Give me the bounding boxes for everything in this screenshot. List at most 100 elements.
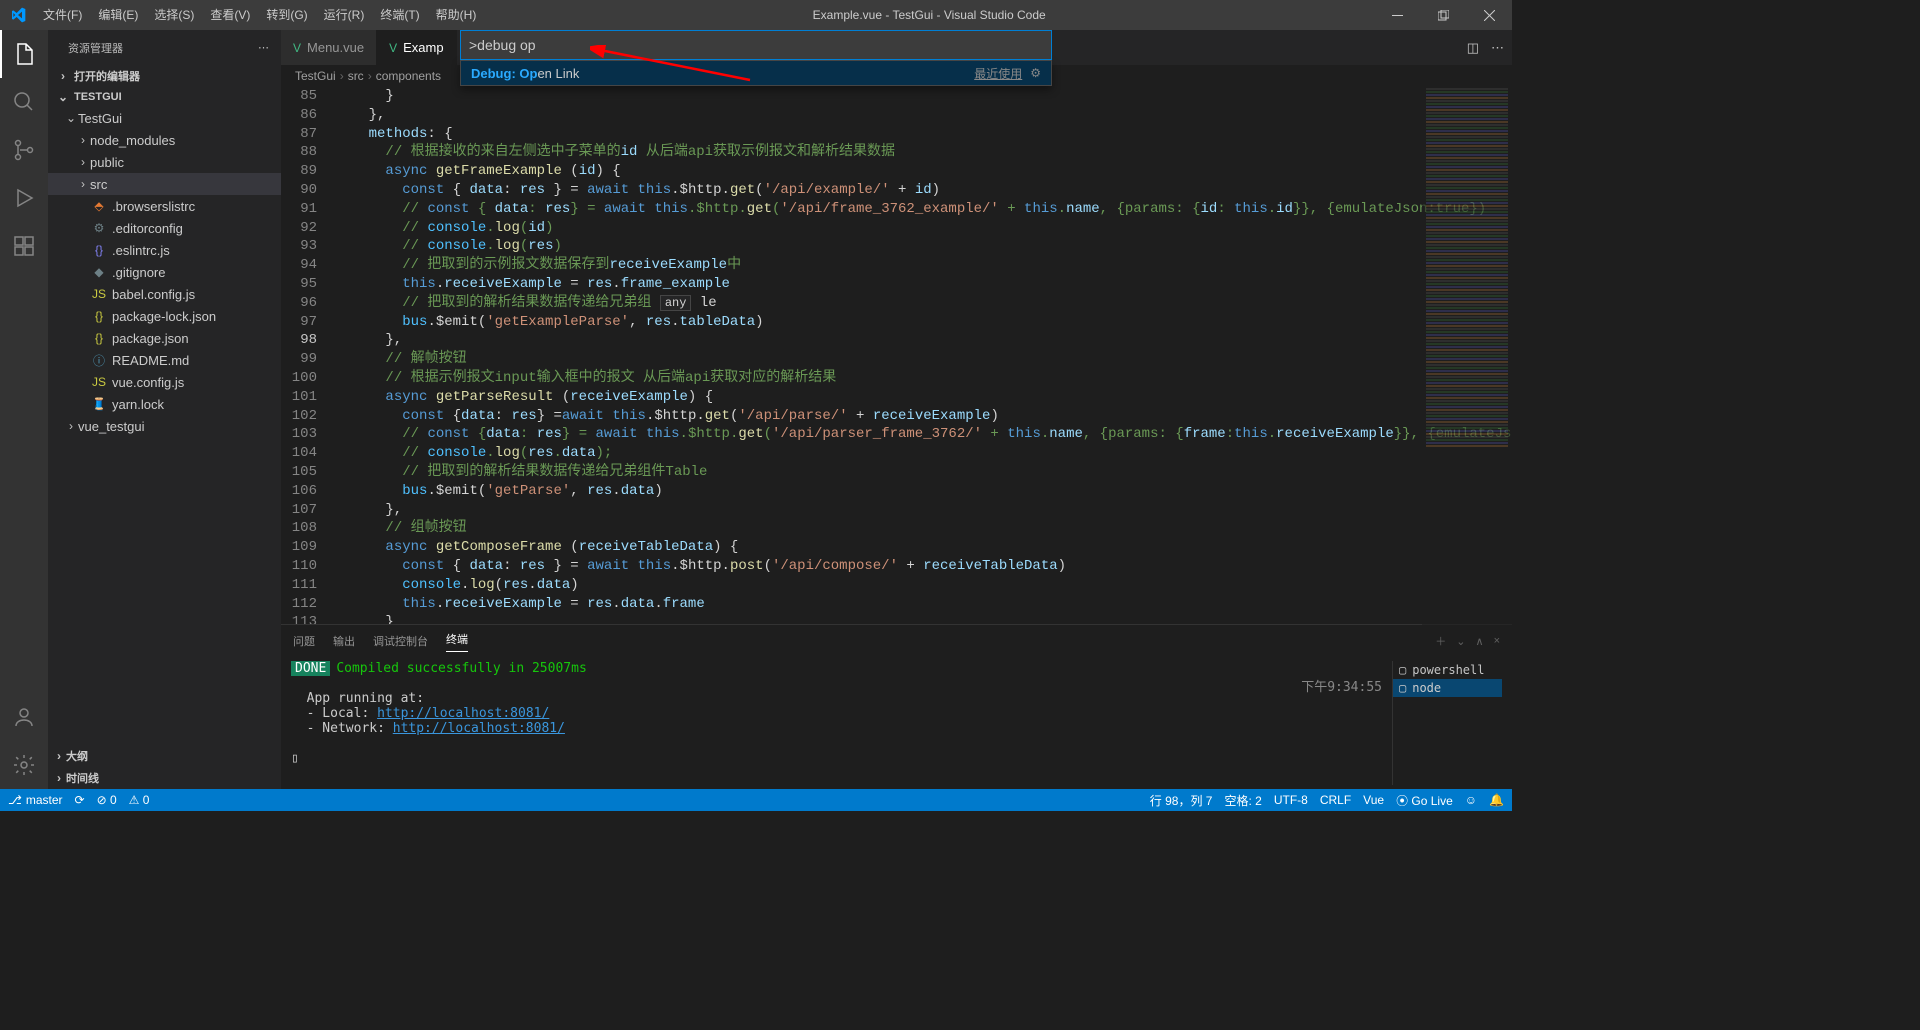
cursor-position[interactable]: 行 98，列 7 <box>1150 792 1213 809</box>
language-mode[interactable]: Vue <box>1363 793 1384 807</box>
workspace-section[interactable]: ⌄TESTGUI <box>48 87 281 107</box>
sync-status[interactable]: ⟳ <box>75 793 85 807</box>
command-palette: Debug: Open Link 最近使用 ⚙ <box>460 30 1052 86</box>
tab-example-vue[interactable]: VExamp <box>377 30 456 65</box>
command-palette-input[interactable] <box>460 30 1052 60</box>
outline-section[interactable]: ›大纲 <box>48 745 281 767</box>
file-icon: {} <box>90 243 108 257</box>
warning-count[interactable]: ⚠ 0 <box>129 793 150 807</box>
folder-row[interactable]: ›node_modules <box>48 129 281 151</box>
sidebar-header: 资源管理器 ⋯ <box>48 30 281 65</box>
run-debug-icon[interactable] <box>0 174 48 222</box>
split-editor-icon[interactable]: ◫ <box>1467 40 1479 56</box>
file-icon: ⓘ <box>90 352 108 369</box>
tree-label: babel.config.js <box>112 287 195 302</box>
settings-gear-icon[interactable] <box>0 741 48 789</box>
menu-help[interactable]: 帮助(H) <box>428 0 485 30</box>
tab-more-icon[interactable]: ⋯ <box>1491 40 1504 56</box>
sidebar-title: 资源管理器 <box>68 40 123 56</box>
terminal-time: 下午9:34:55 <box>1301 676 1382 695</box>
branch-status[interactable]: ⎇ master <box>8 793 63 807</box>
error-count[interactable]: ⊘ 0 <box>97 793 117 807</box>
accounts-icon[interactable] <box>0 693 48 741</box>
file-row[interactable]: JS babel.config.js <box>48 283 281 305</box>
open-editors-section[interactable]: ›打开的编辑器 <box>48 65 281 87</box>
tree-label: TestGui <box>78 111 122 126</box>
file-row[interactable]: ◆ .gitignore <box>48 261 281 283</box>
done-badge: DONE <box>291 661 330 676</box>
indentation-status[interactable]: 空格: 2 <box>1224 792 1261 809</box>
terminal-cursor: ▯ <box>291 751 1392 766</box>
go-live-button[interactable]: ⦿ Go Live <box>1396 792 1453 809</box>
terminal-icon: ▢ <box>1399 663 1406 677</box>
file-row[interactable]: 🧵yarn.lock <box>48 393 281 415</box>
editor-area: VMenu.vue VExamp ◫ ⋯ TestGui› src› compo… <box>281 30 1512 789</box>
timeline-section[interactable]: ›时间线 <box>48 767 281 789</box>
folder-row[interactable]: ›src <box>48 173 281 195</box>
tree-label: node_modules <box>90 133 175 148</box>
encoding-status[interactable]: UTF-8 <box>1274 793 1308 807</box>
panel-tabs: 问题 输出 调试控制台 终端 ＋ ⌄ ∧ × <box>281 625 1512 657</box>
file-row[interactable]: ⓘ README.md <box>48 349 281 371</box>
file-row[interactable]: {} .eslintrc.js <box>48 239 281 261</box>
maximize-button[interactable] <box>1420 0 1466 30</box>
eol-status[interactable]: CRLF <box>1320 793 1351 807</box>
source-control-icon[interactable] <box>0 126 48 174</box>
file-icon: ⬘ <box>90 199 108 213</box>
file-icon: ◆ <box>90 265 108 279</box>
recently-used-label: 最近使用 <box>974 65 1022 82</box>
tree-label: README.md <box>112 353 189 368</box>
menu-file[interactable]: 文件(F) <box>35 0 90 30</box>
search-icon[interactable] <box>0 78 48 126</box>
folder-row[interactable]: ⌄TestGui <box>48 107 281 129</box>
file-row[interactable]: {}package-lock.json <box>48 305 281 327</box>
menu-run[interactable]: 运行(R) <box>316 0 373 30</box>
terminal-item-powershell[interactable]: ▢powershell <box>1393 661 1502 679</box>
menu-terminal[interactable]: 终端(T) <box>372 0 427 30</box>
file-row[interactable]: {}package.json <box>48 327 281 349</box>
menu-selection[interactable]: 选择(S) <box>146 0 202 30</box>
file-row[interactable]: ⚙.editorconfig <box>48 217 281 239</box>
menu-bar: 文件(F) 编辑(E) 选择(S) 查看(V) 转到(G) 运行(R) 终端(T… <box>35 0 484 30</box>
file-icon: ⚙ <box>90 221 108 235</box>
panel-tab-debug-console[interactable]: 调试控制台 <box>373 633 428 649</box>
feedback-icon[interactable]: ☺ <box>1465 793 1477 807</box>
command-palette-result[interactable]: Debug: Open Link 最近使用 ⚙ <box>461 61 1051 85</box>
menu-edit[interactable]: 编辑(E) <box>90 0 146 30</box>
tab-menu-vue[interactable]: VMenu.vue <box>281 30 377 65</box>
explorer-icon[interactable] <box>0 30 48 78</box>
extensions-icon[interactable] <box>0 222 48 270</box>
tree-label: .eslintrc.js <box>112 243 170 258</box>
close-button[interactable] <box>1466 0 1512 30</box>
menu-go[interactable]: 转到(G) <box>258 0 315 30</box>
terminal-list: ▢powershell ▢node <box>1392 661 1502 785</box>
notifications-icon[interactable]: 🔔 <box>1489 793 1504 807</box>
tree-label: package.json <box>112 331 189 346</box>
file-icon: JS <box>90 287 108 301</box>
folder-row[interactable]: ›public <box>48 151 281 173</box>
terminal[interactable]: DONECompiled successfully in 25007ms 下午9… <box>281 657 1512 789</box>
panel-tab-terminal[interactable]: 终端 <box>446 631 468 652</box>
menu-view[interactable]: 查看(V) <box>202 0 258 30</box>
tree-label: .browserslistrc <box>112 199 195 214</box>
vscode-logo-icon <box>0 7 35 23</box>
local-url-link[interactable]: http://localhost:8081/ <box>377 706 549 721</box>
file-icon: 🧵 <box>90 397 108 411</box>
activity-bar <box>0 30 48 789</box>
network-url-link[interactable]: http://localhost:8081/ <box>393 721 565 736</box>
panel-tab-problems[interactable]: 问题 <box>293 633 315 649</box>
more-icon[interactable]: ⋯ <box>258 41 269 54</box>
file-tree: ⌄TestGui›node_modules›public›src ⬘ .browse… <box>48 107 281 437</box>
file-row[interactable]: ⬘ .browserslistrc <box>48 195 281 217</box>
gear-icon[interactable]: ⚙ <box>1030 66 1041 80</box>
tree-label: package-lock.json <box>112 309 216 324</box>
file-row[interactable]: JSvue.config.js <box>48 371 281 393</box>
minimize-button[interactable] <box>1374 0 1420 30</box>
title-bar: 文件(F) 编辑(E) 选择(S) 查看(V) 转到(G) 运行(R) 终端(T… <box>0 0 1512 30</box>
terminal-item-node[interactable]: ▢node <box>1393 679 1502 697</box>
tree-label: public <box>90 155 124 170</box>
code-editor[interactable]: 8586878889909192939495969798991001011021… <box>281 87 1512 624</box>
panel-tab-output[interactable]: 输出 <box>333 633 355 649</box>
tree-label: .gitignore <box>112 265 165 280</box>
folder-row[interactable]: ›vue_testgui <box>48 415 281 437</box>
